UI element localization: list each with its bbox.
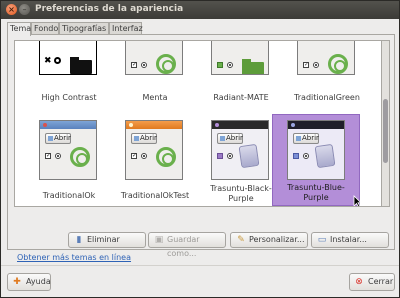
folder-icon (242, 59, 264, 74)
more-themes-online-link[interactable]: Obtener más temas en línea (17, 253, 131, 262)
theme-name: TraditionalOkTest (120, 191, 190, 200)
theme-grid: ✖ High Contrast ✓ Menta Radiant-MATE ✓ T… (14, 40, 382, 207)
install-icon: ▭ (317, 235, 327, 245)
theme-item-trasuntu-blue-purple[interactable]: Abrir Trasuntu-Blue- Purple (272, 114, 360, 206)
radio-icon (227, 62, 233, 68)
preview-titlebar (40, 121, 96, 129)
theme-name: High Contrast (41, 93, 97, 102)
theme-preview: ✓ (125, 41, 183, 75)
tab-panel-tema: ✖ High Contrast ✓ Menta Radiant-MATE ✓ T… (7, 34, 395, 258)
mate-logo-icon (70, 147, 90, 167)
theme-name: TraditionalGreen (294, 93, 360, 102)
theme-name: Trasuntu-Blue- Purple (287, 183, 345, 202)
theme-preview (211, 41, 269, 75)
theme-preview: ✖ (39, 41, 97, 75)
checkbox-icon: ✓ (303, 61, 310, 68)
close-button[interactable]: ⊗ Cerrar (349, 273, 395, 291)
file-icon (296, 136, 301, 141)
radio-icon (141, 153, 147, 159)
theme-item-high-contrast[interactable]: ✖ High Contrast (25, 41, 113, 102)
theme-preview: Abrir ✓ (39, 120, 97, 180)
appearance-preferences-window: × – Preferencias de la apariencia Tema F… (0, 0, 400, 298)
checkbox-icon: ✓ (131, 152, 138, 159)
titlebar: × – Preferencias de la apariencia (1, 1, 399, 19)
mate-logo-icon (328, 54, 348, 74)
theme-preview: Abrir (287, 120, 345, 180)
theme-name: Radiant-MATE (213, 93, 269, 102)
file-icon (48, 136, 53, 141)
radio-icon (55, 153, 61, 159)
window-title: Preferencias de la apariencia (35, 4, 184, 14)
contrast-radio-icon (54, 57, 61, 64)
preview-open-button: Abrir (293, 133, 319, 144)
radio-icon (227, 153, 233, 159)
file-icon (220, 136, 225, 141)
preview-titlebar (126, 121, 182, 129)
theme-item-traditionaloktest[interactable]: Abrir ✓ TraditionalOkTest (111, 116, 199, 206)
theme-preview: Abrir ✓ (125, 120, 183, 180)
mate-logo-icon (156, 147, 176, 167)
theme-name: TraditionalOk (42, 191, 96, 200)
preview-titlebar (212, 121, 268, 129)
checkbox-icon: ✓ (131, 61, 138, 68)
radio-icon (313, 62, 319, 68)
checkbox-icon (217, 153, 223, 159)
theme-grid-scrollbar[interactable] (381, 40, 390, 207)
theme-name: Menta (142, 93, 168, 102)
theme-preview: ✓ (297, 41, 355, 75)
theme-item-radiant-mate[interactable]: Radiant-MATE (197, 41, 285, 102)
theme-item-traditionalok[interactable]: Abrir ✓ TraditionalOk (25, 116, 113, 206)
edit-icon: ✎ (237, 235, 245, 245)
file-icon (134, 136, 139, 141)
close-circle-icon: ⊗ (355, 277, 363, 287)
theme-item-menta[interactable]: ✓ Menta (111, 41, 199, 102)
delete-theme-button[interactable]: ▮ Eliminar (68, 232, 146, 248)
tab-tema[interactable]: Tema (7, 22, 31, 36)
help-button[interactable]: ✚ Ayuda (7, 273, 51, 291)
save-icon: ▣ (154, 235, 164, 245)
install-button[interactable]: ▭ Instalar... (311, 232, 389, 248)
radio-icon (303, 153, 309, 159)
window-minimize-button[interactable]: – (19, 4, 30, 15)
footer-separator (1, 265, 399, 266)
document-icon (314, 143, 336, 169)
theme-preview: Abrir (211, 120, 269, 180)
theme-item-traditionalgreen[interactable]: ✓ TraditionalGreen (283, 41, 371, 102)
mate-logo-icon (156, 54, 176, 74)
mouse-cursor-icon (353, 195, 362, 206)
preview-open-button: Abrir (45, 133, 71, 144)
preview-open-button: Abrir (217, 133, 243, 144)
window-close-button[interactable]: × (6, 4, 17, 15)
contrast-check-icon: ✖ (44, 56, 52, 66)
radio-icon (141, 62, 147, 68)
preview-titlebar (288, 121, 344, 129)
document-icon (238, 143, 260, 169)
scrollbar-thumb[interactable] (383, 99, 388, 163)
save-as-button[interactable]: ▣ Guardar como... (148, 232, 226, 258)
help-lifebuoy-icon: ✚ (13, 277, 21, 287)
trash-icon: ▮ (76, 235, 82, 245)
checkbox-icon (293, 153, 299, 159)
checkbox-icon: ✓ (45, 152, 52, 159)
customize-button[interactable]: ✎ Personalizar... (230, 232, 308, 248)
preview-open-button: Abrir (131, 133, 157, 144)
folder-icon (70, 57, 92, 74)
checkbox-icon (217, 62, 223, 68)
